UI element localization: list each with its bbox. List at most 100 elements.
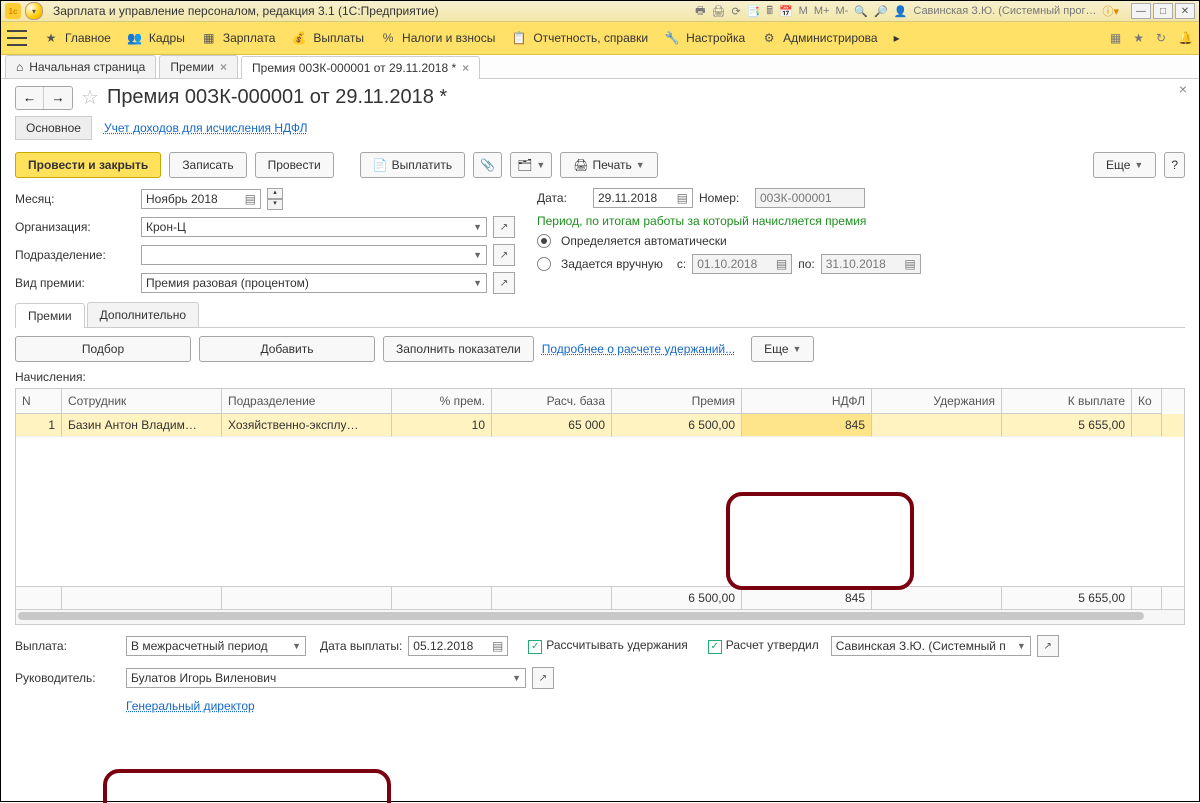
help-button[interactable]: ? [1164, 152, 1185, 178]
basedon-button[interactable]: 🗂▼ [510, 152, 552, 178]
star-outline-icon[interactable]: ★ [1133, 31, 1144, 45]
open-subdiv-button[interactable]: ↗ [493, 244, 515, 266]
col-topay[interactable]: К выплате [1002, 389, 1132, 414]
spin-down-icon[interactable]: ▾ [267, 199, 283, 210]
horizontal-scrollbar[interactable] [15, 610, 1185, 625]
print-preview-icon[interactable]: 🖶 [695, 2, 705, 21]
manager-position-link[interactable]: Генеральный директор [126, 699, 255, 713]
col-extra[interactable]: Ко [1132, 389, 1162, 414]
chevron-right-icon[interactable]: ▸ [894, 31, 900, 45]
close-icon[interactable]: × [220, 60, 227, 74]
calendar-icon[interactable]: ▤ [245, 192, 256, 206]
print-icon[interactable]: 🖨 [711, 5, 725, 18]
deductions-details-link[interactable]: Подробнее о расчете удержаний... [542, 342, 735, 356]
open-approver-button[interactable]: ↗ [1037, 635, 1059, 657]
zoom-out-icon[interactable]: 🔎 [874, 5, 888, 18]
col-pct[interactable]: % прем. [392, 389, 492, 414]
add-button[interactable]: Добавить [199, 336, 375, 362]
m-minus-icon[interactable]: M- [835, 5, 848, 17]
section-taxes[interactable]: %Налоги и взносы [380, 30, 495, 46]
col-employee[interactable]: Сотрудник [62, 389, 222, 414]
minimize-button[interactable]: — [1131, 3, 1151, 19]
col-n[interactable]: N [16, 389, 62, 414]
subnav-ndfl-link[interactable]: Учет доходов для исчисления НДФЛ [104, 121, 308, 135]
approved-check[interactable]: ✓Расчет утвердил [708, 638, 819, 654]
chevron-down-icon[interactable]: ▼ [473, 278, 482, 288]
close-window-button[interactable]: ✕ [1175, 3, 1195, 19]
month-input[interactable]: Ноябрь 2018▤ [141, 189, 261, 209]
pay-button[interactable]: 📄Выплатить [360, 152, 465, 178]
payout-select[interactable]: В межрасчетный период▼ [126, 636, 306, 656]
refresh-icon[interactable]: ⟳ [731, 5, 740, 18]
m-plus-icon[interactable]: M+ [814, 5, 830, 17]
tab-premia-doc[interactable]: Премия 00ЗК-000001 от 29.11.2018 *× [241, 56, 480, 79]
chevron-down-icon[interactable]: ▼ [1017, 641, 1026, 651]
post-and-close-button[interactable]: Провести и закрыть [15, 152, 161, 178]
dropdown-round-icon[interactable]: ▾ [25, 2, 43, 20]
section-salary[interactable]: ▦Зарплата [201, 30, 276, 46]
approver-input[interactable]: Савинская З.Ю. (Системный п▼ [831, 636, 1031, 656]
col-base[interactable]: Расч. база [492, 389, 612, 414]
burger-icon[interactable] [7, 30, 27, 46]
open-bonus-type-button[interactable]: ↗ [493, 272, 515, 294]
favorite-star-icon[interactable]: ☆ [81, 85, 99, 110]
calendar-icon[interactable]: 📅 [779, 5, 793, 18]
bell-icon[interactable]: 🔔 [1178, 31, 1193, 45]
section-reports[interactable]: 📋Отчетность, справки [511, 30, 648, 46]
save-button[interactable]: Записать [169, 152, 246, 178]
print-button[interactable]: 🖨Печать▼ [560, 152, 657, 178]
table-row[interactable]: 1 Базин Антон Владим… Хозяйственно-экспл… [16, 414, 1184, 437]
tab-more-button[interactable]: Еще▼ [751, 336, 814, 362]
info-icon[interactable]: ⓘ▾ [1102, 3, 1119, 19]
close-icon[interactable]: × [462, 61, 469, 75]
section-payments[interactable]: 💰Выплаты [291, 30, 364, 46]
chevron-down-icon[interactable]: ▼ [512, 673, 521, 683]
manager-input[interactable]: Булатов Игорь Виленович▼ [126, 668, 526, 688]
subdiv-input[interactable]: ▼ [141, 245, 487, 265]
calculator-icon[interactable]: 🖩 [766, 2, 773, 21]
chevron-down-icon[interactable]: ▼ [292, 641, 301, 651]
inner-tab-premii[interactable]: Премии [15, 303, 85, 328]
calendar-icon[interactable]: ▤ [677, 191, 688, 205]
section-settings[interactable]: 🔧Настройка [664, 30, 745, 46]
m-icon[interactable]: M [799, 5, 808, 17]
calendar-icon[interactable]: ▤ [492, 639, 503, 653]
scroll-thumb[interactable] [18, 612, 1144, 620]
history-icon[interactable]: ↻ [1156, 31, 1166, 45]
spin-up-icon[interactable]: ▴ [267, 188, 283, 199]
post-button[interactable]: Провести [255, 152, 334, 178]
close-doc-button[interactable]: × [1179, 81, 1187, 97]
nav-back-button[interactable]: ← [16, 87, 44, 109]
apps-icon[interactable]: ▦ [1110, 31, 1121, 45]
col-ndfl[interactable]: НДФЛ [742, 389, 872, 414]
open-org-button[interactable]: ↗ [493, 216, 515, 238]
paydate-input[interactable]: 05.12.2018▤ [408, 636, 508, 656]
chevron-down-icon[interactable]: ▼ [473, 250, 482, 260]
col-department[interactable]: Подразделение [222, 389, 392, 414]
col-bonus[interactable]: Премия [612, 389, 742, 414]
more-button[interactable]: Еще▼ [1093, 152, 1156, 178]
col-deductions[interactable]: Удержания [872, 389, 1002, 414]
month-spinner[interactable]: ▴▾ [267, 188, 283, 210]
pick-button[interactable]: Подбор [15, 336, 191, 362]
tab-home[interactable]: ⌂Начальная страница [5, 55, 156, 78]
radio-icon[interactable] [537, 257, 551, 271]
compare-icon[interactable]: 📑 [747, 5, 761, 18]
org-input[interactable]: Крон-Ц▼ [141, 217, 487, 237]
section-staff[interactable]: 👥Кадры [127, 30, 185, 46]
chevron-down-icon[interactable]: ▼ [473, 222, 482, 232]
section-main[interactable]: ★Главное [43, 30, 111, 46]
section-admin[interactable]: ⚙Администрирова [761, 30, 877, 46]
subnav-main-button[interactable]: Основное [15, 116, 92, 140]
nav-forward-button[interactable]: → [44, 87, 72, 109]
attach-button[interactable]: 📎 [473, 152, 502, 178]
open-manager-button[interactable]: ↗ [532, 667, 554, 689]
period-manual-label[interactable]: Задается вручную [561, 257, 663, 271]
maximize-button[interactable]: □ [1153, 3, 1173, 19]
calc-deductions-check[interactable]: ✓Рассчитывать удержания [528, 638, 687, 654]
zoom-in-icon[interactable]: 🔍 [854, 5, 868, 18]
inner-tab-additional[interactable]: Дополнительно [87, 302, 199, 327]
date-input[interactable]: 29.11.2018▤ [593, 188, 693, 208]
period-auto-radio[interactable]: Определяется автоматически [537, 234, 1185, 248]
fill-indicators-button[interactable]: Заполнить показатели [383, 336, 534, 362]
